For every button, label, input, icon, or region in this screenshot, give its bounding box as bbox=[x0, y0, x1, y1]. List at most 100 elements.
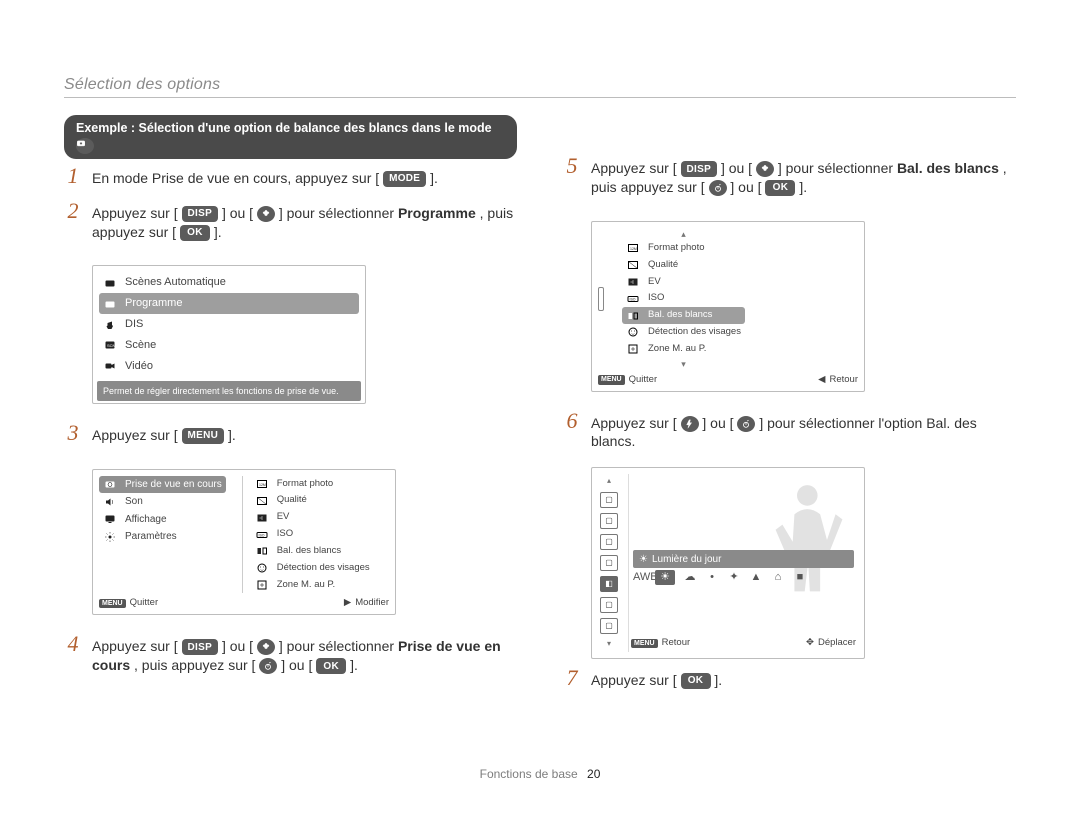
disp-button-icon: DISP bbox=[681, 161, 718, 177]
ok-button-icon: OK bbox=[180, 225, 210, 241]
step-text: ] ou [ bbox=[730, 179, 761, 195]
video-icon bbox=[103, 360, 117, 372]
example-text: Exemple : Sélection d'une option de bala… bbox=[76, 121, 492, 135]
lcd-shoot-item: ISOISO bbox=[622, 290, 745, 307]
self-timer-icon bbox=[709, 180, 727, 196]
wb-option: ☀ bbox=[655, 570, 675, 585]
step-text: ] ou [ bbox=[222, 638, 253, 654]
wb-option: ☁ bbox=[683, 570, 697, 585]
section-title: Sélection des options bbox=[64, 74, 220, 96]
macro-flower-icon bbox=[756, 161, 774, 177]
lcd-menu-item-label: Zone M. au P. bbox=[277, 579, 335, 592]
step-text: Appuyez sur [ bbox=[92, 638, 178, 654]
lcd-mode-item: Programme bbox=[99, 293, 359, 314]
header-rule bbox=[64, 97, 1016, 98]
chevron-right-icon: ▶ bbox=[344, 597, 351, 610]
lcd-shoot-item-label: Format photo bbox=[648, 242, 705, 255]
lcd-menu-tab: Paramètres bbox=[99, 528, 226, 546]
lcd-menu-item: Bal. des blancs bbox=[251, 543, 374, 560]
svg-text:SCN: SCN bbox=[107, 343, 116, 348]
wb-option: ✦ bbox=[727, 570, 741, 585]
lcd-shoot-item-label: Qualité bbox=[648, 259, 678, 272]
quality-icon bbox=[255, 495, 269, 507]
lcd-menu-tab-label: Son bbox=[125, 495, 143, 509]
auto-icon bbox=[103, 277, 117, 289]
lcd-mode-label: Vidéo bbox=[125, 359, 153, 374]
bal-label: Bal. des blancs bbox=[897, 160, 999, 176]
speaker-icon bbox=[103, 496, 117, 508]
left-column: Exemple : Sélection d'une option de bala… bbox=[64, 115, 517, 745]
wb-current-label: Lumière du jour bbox=[652, 553, 721, 567]
photo-size-icon: 12M bbox=[626, 242, 640, 254]
step-text: ] pour sélectionner bbox=[279, 205, 398, 221]
lcd-menu-item-label: EV bbox=[277, 511, 290, 524]
wb-option: ■ bbox=[793, 570, 807, 585]
ok-button-icon: OK bbox=[316, 658, 346, 674]
lcd-shoot-item-label: Bal. des blancs bbox=[648, 309, 712, 322]
move-icon: ✥ bbox=[806, 637, 814, 650]
step-number: 3 bbox=[64, 426, 82, 445]
lcd-footer: MENUQuitter▶Modifier bbox=[99, 597, 389, 610]
svg-text:12M: 12M bbox=[630, 247, 637, 251]
step-number: 7 bbox=[563, 671, 581, 690]
iso-icon: ISO bbox=[255, 529, 269, 541]
wb-current-bar: ☀Lumière du jour bbox=[633, 550, 854, 568]
lcd-menu-item: Détection des visages bbox=[251, 560, 374, 577]
step-text: ]. bbox=[228, 427, 236, 443]
lcd-footer-left: Quitter bbox=[629, 374, 658, 387]
lcd-menu-item: Zone M. au P. bbox=[251, 577, 374, 594]
self-timer-icon bbox=[259, 658, 277, 674]
step-text: ]. bbox=[214, 224, 222, 240]
wb-option: AWB bbox=[633, 570, 647, 585]
lcd-mode-item: Vidéo bbox=[99, 356, 359, 377]
lcd-menu-item-label: Format photo bbox=[277, 478, 334, 491]
lcd-mode-item: DIS bbox=[99, 314, 359, 335]
disp-button-icon: DISP bbox=[182, 639, 219, 655]
wb-icon: ◧ bbox=[600, 576, 618, 592]
macro-flower-icon bbox=[257, 206, 275, 222]
lcd-shoot-menu: ▴12MFormat photoQualitéEVISOISOBal. des … bbox=[591, 221, 865, 392]
scene-icon: SCN bbox=[103, 339, 117, 351]
lcd-menu-tab: Affichage bbox=[99, 511, 226, 529]
step-text: Appuyez sur [ bbox=[591, 160, 677, 176]
lcd-shoot-item-label: Zone M. au P. bbox=[648, 343, 706, 356]
camera-p-icon bbox=[103, 298, 117, 310]
ev-icon bbox=[255, 512, 269, 524]
step-2: 2 Appuyez sur [ DISP ] ou [ ] pour sélec… bbox=[64, 204, 517, 242]
lcd-mode-label: Scènes Automatique bbox=[125, 275, 226, 290]
lcd-shoot-item: Bal. des blancs bbox=[622, 307, 745, 324]
ev-icon: ▢ bbox=[600, 534, 618, 550]
svg-text:ISO: ISO bbox=[258, 533, 264, 537]
wb-side-icons: ▴▢▢▢▢◧▢▢▾ bbox=[598, 474, 620, 652]
wb-option: ▲ bbox=[749, 570, 763, 585]
lcd-footer-right: Modifier bbox=[355, 597, 389, 610]
lcd-mode-list: Scènes AutomatiqueProgrammeDISSCNScèneVi… bbox=[92, 265, 366, 403]
photo-size-icon: ▢ bbox=[600, 492, 618, 508]
lcd-shoot-item: EV bbox=[622, 274, 745, 291]
camera-p-icon bbox=[76, 138, 94, 154]
lcd-shoot-item: Zone M. au P. bbox=[622, 341, 745, 358]
ev-icon bbox=[626, 276, 640, 288]
lcd-menu-tab-label: Paramètres bbox=[125, 530, 177, 544]
svg-text:ISO: ISO bbox=[630, 297, 636, 301]
step-text: ] ou [ bbox=[281, 657, 312, 673]
step-text: ] ou [ bbox=[222, 205, 253, 221]
iso-icon: ISO bbox=[626, 293, 640, 305]
lcd-menu-item: 12MFormat photo bbox=[251, 476, 374, 493]
step-text: ] pour sélectionner bbox=[279, 638, 398, 654]
ok-button-icon: OK bbox=[765, 180, 795, 196]
lcd-footer: MENURetour✥Déplacer bbox=[631, 637, 856, 650]
step-number: 5 bbox=[563, 159, 581, 197]
menu-button-icon: MENU bbox=[182, 428, 225, 444]
lcd-menu-item-label: Détection des visages bbox=[277, 562, 370, 575]
step-7: 7 Appuyez sur [ OK ]. bbox=[563, 671, 1016, 690]
programme-label: Programme bbox=[398, 205, 476, 221]
ok-button-icon: OK bbox=[681, 673, 711, 689]
step-6: 6 Appuyez sur [ ] ou [ ] pour sélectionn… bbox=[563, 414, 1016, 452]
lcd-menu-item-label: ISO bbox=[277, 528, 293, 541]
lcd-shoot-item: Détection des visages bbox=[622, 324, 745, 341]
lcd-shoot-item: 12M Format photo bbox=[622, 240, 745, 257]
step-text: En mode Prise de vue en cours, appuyez s… bbox=[92, 170, 379, 186]
lcd-mode-label: DIS bbox=[125, 317, 143, 332]
lcd-mode-hint: Permet de régler directement les fonctio… bbox=[97, 381, 361, 401]
